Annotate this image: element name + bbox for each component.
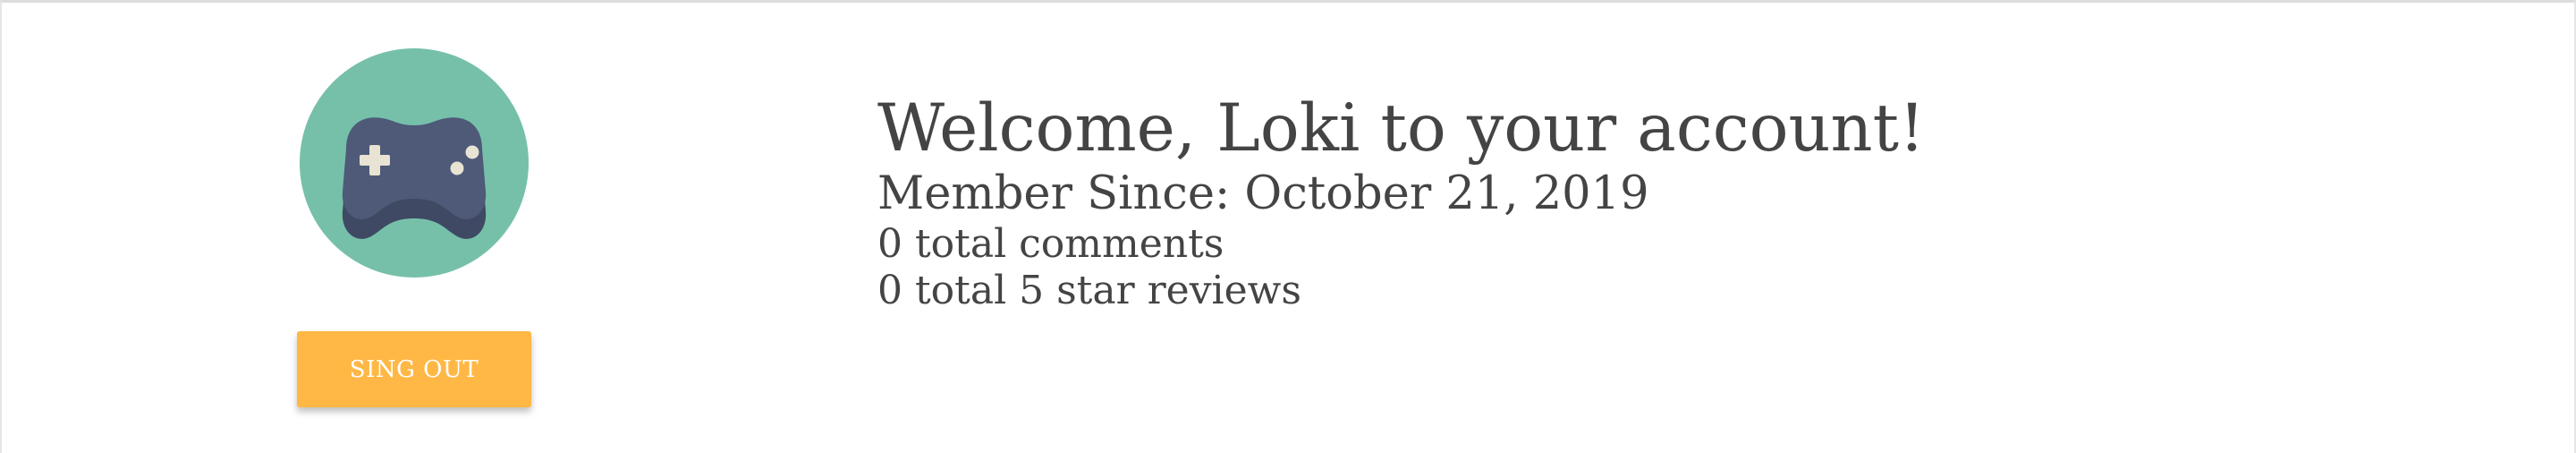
welcome-heading: Welcome, Loki to your account! — [877, 90, 1926, 167]
reviews-count: 0 total 5 star reviews — [877, 268, 1301, 313]
sign-out-button[interactable]: SING OUT — [297, 331, 531, 407]
account-panel: SING OUT Welcome, Loki to your account! … — [0, 0, 2576, 453]
member-since-text: Member Since: October 21, 2019 — [877, 167, 1649, 220]
avatar — [300, 48, 529, 278]
account-summary: Welcome, Loki to your account! Member Si… — [877, 89, 1925, 314]
comments-count: 0 total comments — [877, 221, 1224, 267]
game-controller-icon — [342, 117, 487, 239]
